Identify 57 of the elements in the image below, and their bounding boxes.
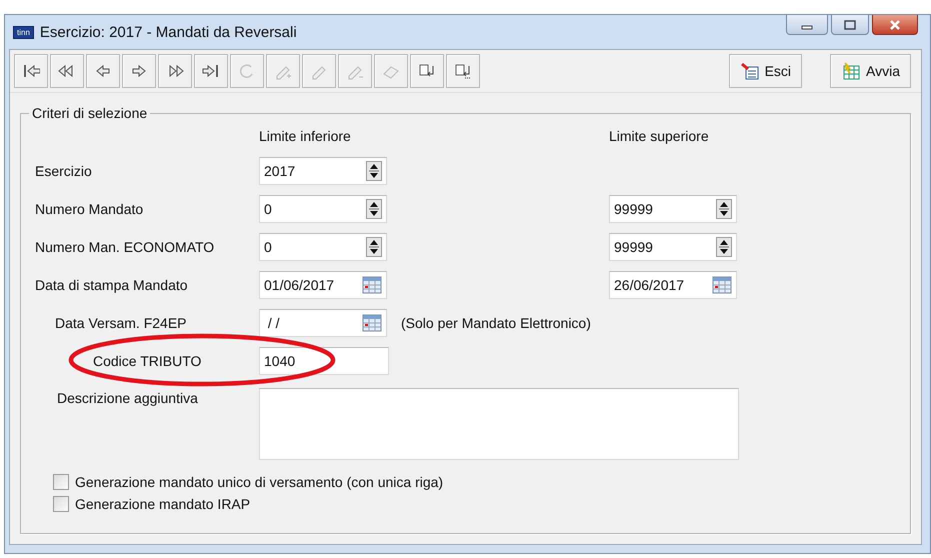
spreadsheet-lightning-icon	[841, 62, 862, 80]
spin-field[interactable]: 0	[259, 195, 387, 223]
calendar-icon	[362, 275, 382, 295]
spin-field[interactable]: 2017	[259, 157, 387, 185]
group-title: Criteri di selezione	[29, 105, 150, 121]
checkbox[interactable]	[53, 496, 69, 512]
checkbox[interactable]	[53, 474, 69, 490]
left-arrow-icon	[94, 62, 112, 80]
field-label: Esercizio	[35, 163, 92, 179]
toolbar-button[interactable]	[14, 54, 48, 88]
close-button[interactable]	[872, 15, 918, 35]
exit-button[interactable]: Esci	[728, 54, 802, 88]
column-header: Limite superiore	[609, 128, 710, 146]
memo-field[interactable]	[259, 388, 739, 460]
spin-field[interactable]: 99999	[609, 233, 737, 261]
spin-arrows-icon	[366, 161, 382, 181]
minimize-button[interactable]	[786, 15, 828, 35]
checkbox-label: Generazione mandato IRAP	[75, 496, 250, 512]
document-arrow-icon	[454, 62, 472, 80]
toolbar-button[interactable]	[50, 54, 84, 88]
checkbox-label: Generazione mandato unico di versamento (con unica riga)	[75, 474, 444, 490]
field-label: Descrizione aggiuntiva	[57, 390, 198, 406]
spin-arrows-icon	[716, 199, 732, 219]
toolbar-button[interactable]	[446, 54, 480, 88]
right-arrow-icon	[130, 62, 148, 80]
field-label: Numero Mandato	[35, 201, 144, 217]
spin-arrows-icon	[366, 237, 382, 257]
restore-icon	[844, 20, 856, 30]
calendar-icon	[362, 313, 382, 333]
spin-arrows-icon	[716, 237, 732, 257]
toolbar-button[interactable]	[158, 54, 192, 88]
hint-text: (Solo per Mandato Elettronico)	[400, 315, 591, 331]
maximize-button[interactable]	[831, 15, 869, 35]
date-field[interactable]: / /	[259, 309, 387, 337]
toolbar-button[interactable]	[86, 54, 120, 88]
field-label: Data Versam. F24EP	[55, 315, 187, 331]
toolbar-button[interactable]	[410, 54, 444, 88]
exit-document-icon	[740, 62, 760, 80]
window-title: Esercizio: 2017 - Mandati da Reversali	[40, 24, 298, 40]
run-button[interactable]: Avvia	[830, 54, 911, 88]
spin-field[interactable]: 0	[259, 233, 387, 261]
date-field[interactable]: 26/06/2017	[609, 271, 737, 299]
field-label: Codice TRIBUTO	[93, 353, 202, 369]
calendar-icon	[712, 275, 732, 295]
column-header: Limite inferiore	[259, 128, 352, 146]
spin-field[interactable]: 99999	[609, 195, 737, 223]
last-record-icon	[202, 62, 220, 80]
toolbar-button[interactable]	[122, 54, 156, 88]
input-field[interactable]: 1040	[259, 347, 389, 375]
app-logo: tinn	[13, 26, 34, 38]
toolbar-button[interactable]	[194, 54, 228, 88]
close-icon	[889, 20, 901, 30]
first-record-icon	[22, 62, 40, 80]
field-label: Numero Man. ECONOMATO	[35, 239, 214, 255]
date-field[interactable]: 01/06/2017	[259, 271, 387, 299]
field-label: Data di stampa Mandato	[35, 277, 188, 293]
spin-arrows-icon	[366, 199, 382, 219]
